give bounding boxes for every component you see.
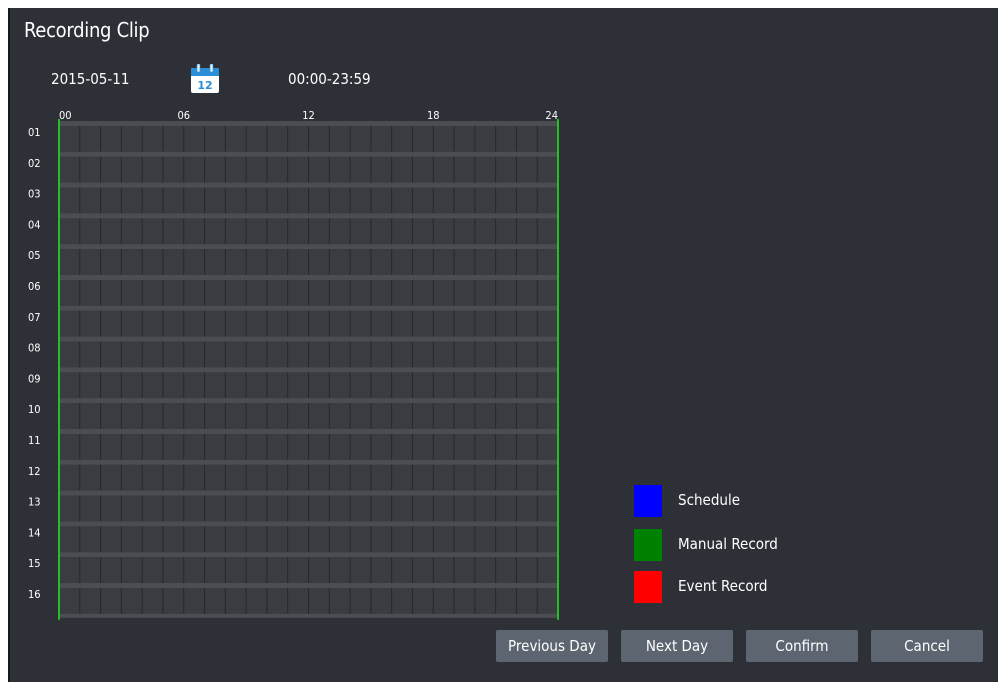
legend-label: Event Record — [678, 577, 768, 595]
row-separator — [59, 490, 558, 496]
legend-swatch — [634, 529, 662, 561]
row-separator — [59, 583, 558, 588]
channel-label: 11 — [28, 434, 41, 447]
channel-label: 13 — [28, 496, 41, 509]
channel-label: 14 — [28, 526, 41, 539]
next-day-button[interactable]: Next Day — [621, 630, 733, 662]
row-separator — [59, 151, 558, 157]
row-separator — [59, 429, 558, 434]
legend-label: Manual Record — [678, 535, 778, 553]
row-separator — [59, 275, 558, 280]
confirm-button[interactable]: Confirm — [746, 630, 858, 662]
hour-label: 24 — [545, 109, 558, 122]
row-separator — [59, 521, 558, 527]
previous-day-button[interactable]: Previous Day — [496, 630, 608, 662]
channel-label: 09 — [28, 372, 41, 385]
row-separator — [59, 552, 558, 558]
row-separator — [59, 336, 558, 342]
timeline-grid[interactable]: 00 06 12 18 24 01 02 03 04 05 06 07 08 09 10 11 12 13 14 15… — [10, 8, 1000, 682]
row-separator — [59, 213, 558, 219]
channel-label: 01 — [28, 126, 41, 139]
row-separator — [59, 613, 558, 618]
channel-label: 16 — [28, 588, 41, 601]
row-separator — [59, 398, 558, 404]
channel-label: 03 — [28, 188, 41, 201]
channel-label: 15 — [28, 557, 41, 570]
legend-label: Schedule — [678, 491, 741, 509]
row-separator — [59, 121, 558, 126]
channel-label: 10 — [28, 403, 41, 416]
recording-clip-dialog: Recording Clip 2015-05-11 12 00:00-23:59… — [8, 8, 998, 682]
channel-label: 12 — [28, 465, 41, 478]
legend-swatch — [634, 485, 662, 517]
row-separator — [59, 244, 558, 250]
channel-label: 06 — [28, 280, 41, 293]
row-separator — [59, 182, 558, 188]
hour-label: 18 — [427, 109, 440, 122]
row-separator — [59, 367, 558, 373]
legend-swatch — [634, 571, 662, 603]
channel-label: 04 — [28, 218, 41, 231]
end-marker — [557, 119, 559, 620]
channel-label: 02 — [28, 157, 41, 170]
row-separator — [59, 305, 558, 311]
channel-label: 08 — [28, 342, 41, 355]
hour-label: 00 — [59, 109, 72, 122]
channel-label: 07 — [28, 311, 41, 324]
hour-label: 12 — [302, 109, 315, 122]
start-marker — [58, 119, 60, 620]
channel-label: 05 — [28, 249, 41, 262]
row-separator — [59, 459, 558, 465]
hour-label: 06 — [177, 109, 190, 122]
cancel-button[interactable]: Cancel — [871, 630, 983, 662]
